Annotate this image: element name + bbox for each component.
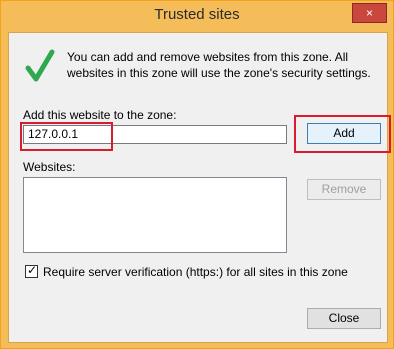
dialog-window: Trusted sites × You can add and remove w… [0,0,394,349]
window-close-button[interactable]: × [352,3,387,23]
input-highlight-box [20,122,113,151]
close-button[interactable]: Close [307,308,381,329]
websites-label: Websites: [23,160,76,174]
checkmark-icon [25,49,55,82]
dialog-content: You can add and remove websites from thi… [8,32,391,343]
verification-label: Require server verification (https:) for… [43,265,348,279]
info-text: You can add and remove websites from thi… [67,50,371,80]
add-button-highlight-box [294,115,391,153]
remove-button[interactable]: Remove [307,179,381,200]
verification-checkbox[interactable] [25,263,38,278]
title-bar: Trusted sites × [1,1,393,32]
websites-list[interactable] [23,177,287,253]
add-site-label: Add this website to the zone: [23,108,177,122]
window-title: Trusted sites [154,6,240,23]
